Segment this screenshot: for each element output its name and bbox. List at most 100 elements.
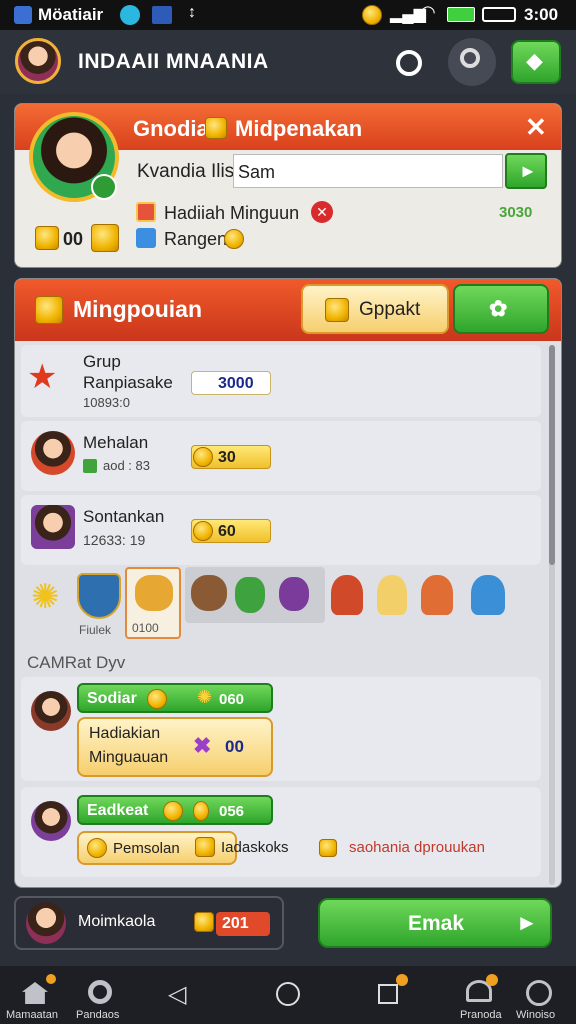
row-name: Mehalan (83, 433, 149, 452)
status-bar: Möatiair ↕ ▂▄▆ ◠ 3:00 (0, 0, 576, 30)
edit-badge-icon[interactable] (91, 174, 117, 200)
row-score-value: 30 (218, 449, 236, 466)
card-tag[interactable]: Sodiar ✺ 060 (77, 683, 273, 713)
chip3-icon (319, 839, 337, 857)
chip3-label: saohania dprouukan (349, 839, 485, 856)
home-icon[interactable] (22, 982, 48, 1004)
arrow-right-icon: ► (519, 161, 537, 181)
brown-creature-icon[interactable] (191, 575, 227, 611)
row-avatar (31, 505, 75, 549)
rank-star-icon: ★ (27, 358, 58, 396)
back-icon[interactable]: ◁ (168, 980, 186, 1009)
card-tag-coin-icon-2 (193, 801, 209, 821)
row-status-icon (83, 459, 97, 473)
chip-coin-icon (87, 838, 107, 858)
scrollbar-thumb[interactable] (549, 345, 555, 565)
name-submit-button[interactable]: ► (505, 153, 547, 189)
ranger-icon (136, 228, 156, 248)
compass-icon[interactable] (526, 980, 552, 1006)
character-icon-3[interactable] (421, 575, 453, 615)
row-coin-icon (193, 521, 213, 541)
leaderboard-row[interactable]: Sontankan 12633: 19 60 (21, 495, 541, 565)
gear-icon[interactable] (88, 980, 112, 1004)
shield-badge-icon[interactable] (77, 573, 121, 619)
close-icon[interactable]: ✕ (525, 112, 547, 143)
status-app-name: Möatiair (38, 5, 104, 24)
share-icon: ✿ (489, 296, 508, 321)
card-tag-score: 060 (219, 691, 245, 708)
coin-box-icon-2 (91, 224, 119, 252)
scrollbar-track[interactable] (549, 345, 555, 885)
coin-count: 00 (63, 229, 84, 249)
row-sub: 10893:0 (83, 395, 130, 410)
purple-creature-icon[interactable] (279, 577, 309, 611)
section2-card[interactable]: Sodiar ✺ 060 Hadiakian Minguauan ✖ 00 (21, 677, 541, 781)
collection-price: 0100 (132, 621, 159, 635)
emak-button[interactable]: Emak ► (318, 898, 552, 948)
wifi-icon: ◠ (420, 2, 436, 22)
footer-coin-icon (194, 912, 214, 932)
gppakt-button[interactable]: Gppakt (301, 284, 449, 334)
row-score-value: 60 (218, 523, 236, 540)
reward-x-icon[interactable]: ✕ (311, 201, 333, 223)
row-name: Sontankan (83, 507, 165, 526)
green-bag-icon[interactable] (235, 577, 265, 613)
card-reward-line1: Hadiakian (89, 725, 161, 742)
card-reward-count: 00 (225, 737, 244, 756)
status-time: 3:00 (524, 5, 559, 24)
footer-player-bar[interactable]: Moimkaola 201 (14, 896, 284, 950)
share-button[interactable]: ✿ (453, 284, 549, 334)
character-icon-1[interactable] (331, 575, 363, 615)
tag-button[interactable]: ◆ (511, 40, 561, 84)
bottom-nav: Mamaatan Pandaos ◁ Pranoda Winoiso (0, 966, 576, 1024)
app-bar: INDAAII MNAANIA ◆ (0, 30, 576, 94)
leaderboard-title: Mingpouian (73, 296, 203, 322)
battery-outline-icon (482, 7, 516, 22)
collection-strip: ✺ Fiulek 0100 (21, 567, 541, 641)
nav-item4-label: Winoiso (516, 1009, 556, 1021)
shield-icon (120, 5, 140, 25)
chip2-icon (195, 837, 215, 857)
card-tag[interactable]: Eadkeat 056 (77, 795, 273, 825)
leaderboard-row[interactable]: Mehalan aod : 83 30 (21, 421, 541, 491)
reward-value: 3030 (499, 204, 533, 221)
link-icon[interactable] (396, 50, 422, 76)
ranger-label: Rangen (164, 229, 228, 249)
chip2-label: Iadaskoks (221, 839, 289, 856)
row-coin-icon (193, 447, 213, 467)
row-score-pill: 3000 (191, 371, 271, 395)
card-avatar (31, 801, 71, 841)
profile-title: Gnodia (133, 116, 209, 141)
collection-item-selected[interactable]: 0100 (125, 567, 181, 639)
leaderboard-row[interactable]: ★ Grup Ranpiasake 10893:0 3000 (21, 345, 541, 417)
card-reward-line2: Minguauan (89, 749, 169, 766)
gppakt-label: Gppakt (359, 299, 421, 320)
gift-icon (136, 202, 156, 222)
gppakt-icon (325, 298, 349, 322)
recents-icon[interactable] (378, 984, 398, 1004)
leaderboard-badge-icon (35, 296, 63, 324)
search-icon (460, 48, 480, 68)
nav-item2-label: Pandaos (76, 1009, 120, 1021)
card-avatar (31, 691, 71, 731)
card-tag-score: 056 (219, 803, 245, 820)
name-input[interactable]: Sam (233, 154, 503, 188)
x-gem-icon: ✖ (193, 733, 212, 758)
section2-card[interactable]: Eadkeat 056 Pemsolan Iadaskoks saohania … (21, 787, 541, 877)
character-icon-4[interactable] (471, 575, 505, 615)
footer-score: 201 (222, 915, 249, 932)
row-name: Grup Ranpiasake (83, 352, 173, 392)
profile-card: Gnodia Midpenakan ✕ Kvandia Ilis Sam ► H… (14, 103, 562, 268)
home-circle-icon[interactable] (276, 982, 300, 1006)
play-icon: ► (516, 910, 538, 935)
field-label: Kvandia Ilis (137, 161, 235, 182)
search-button[interactable] (448, 38, 496, 86)
ranger-coin-icon (224, 229, 244, 249)
nav-item3-label: Pranoda (460, 1009, 502, 1021)
sun-badge-icon: ✺ (31, 578, 60, 616)
character-icon-2[interactable] (377, 575, 407, 615)
home-badge-icon (46, 974, 56, 984)
chip-label: Pemsolan (113, 840, 180, 857)
card-reward-box[interactable]: Hadiakian Minguauan ✖ 00 (77, 717, 273, 777)
user-avatar[interactable] (15, 38, 61, 84)
